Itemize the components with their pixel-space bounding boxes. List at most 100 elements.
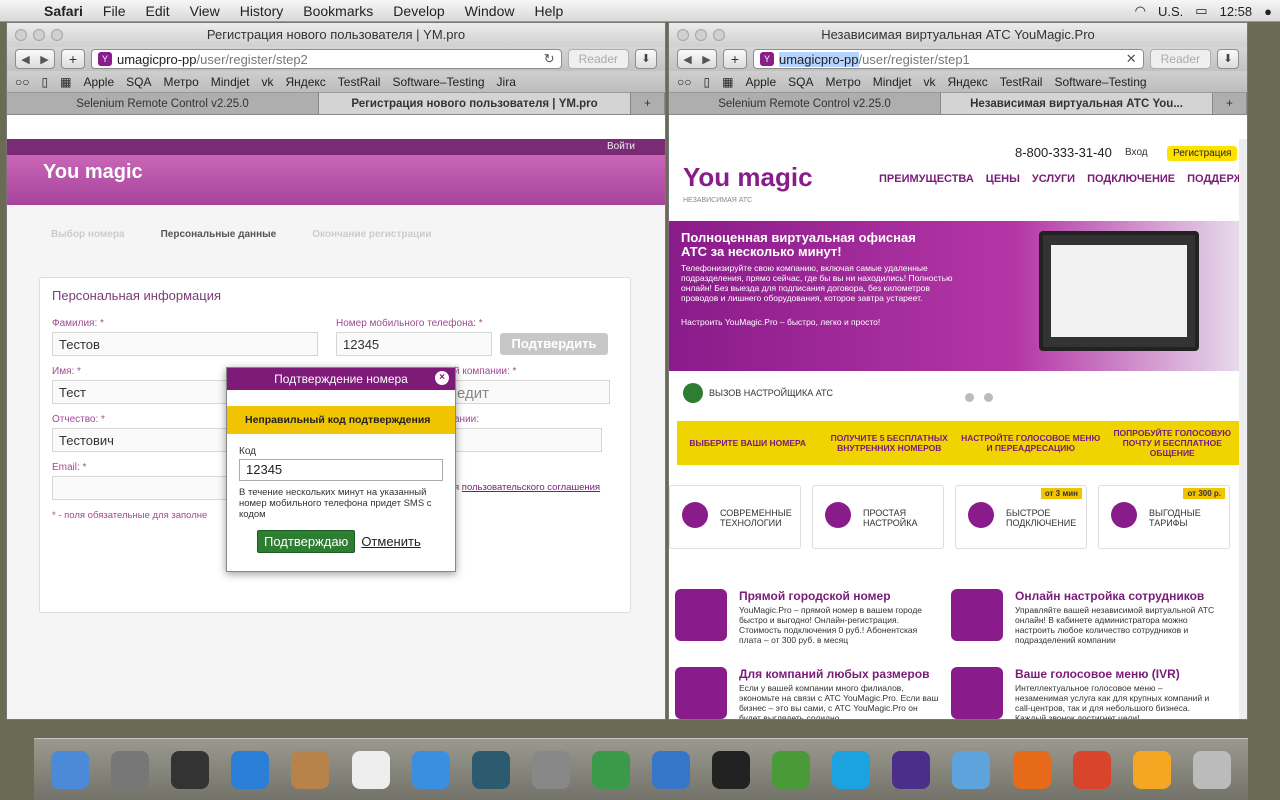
menu-view[interactable]: View	[180, 3, 230, 19]
launchpad-icon[interactable]	[111, 750, 150, 789]
tab-youmagic[interactable]: Независимая виртуальная АТС You...	[941, 93, 1213, 114]
feature-fast-connect[interactable]: БЫСТРОЕ ПОДКЛЮЧЕНИЕ от 3 мин	[955, 485, 1087, 549]
phone-field[interactable]: 12345	[336, 332, 492, 356]
bookmark-item[interactable]: Jira	[497, 75, 516, 89]
bookmark-item[interactable]: Apple	[83, 75, 114, 89]
menu-help[interactable]: Help	[524, 3, 573, 19]
nav-services[interactable]: УСЛУГИ	[1032, 173, 1075, 185]
close-window-button[interactable]	[677, 29, 689, 41]
xcode-icon[interactable]	[651, 750, 690, 789]
nav-connection[interactable]: ПОДКЛЮЧЕНИЕ	[1087, 173, 1175, 185]
register-button[interactable]: Регистрация	[1167, 146, 1238, 161]
language-indicator[interactable]: U.S.	[1158, 4, 1183, 19]
clock[interactable]: 12:58	[1220, 4, 1253, 19]
menu-file[interactable]: File	[93, 3, 136, 19]
minimize-button[interactable]	[33, 29, 45, 41]
contacts-icon[interactable]	[291, 750, 330, 789]
reader-button[interactable]: Reader	[567, 49, 629, 69]
nav-prices[interactable]: ЦЕНЫ	[986, 173, 1020, 185]
reload-icon[interactable]: ↻	[544, 51, 555, 67]
safari-icon[interactable]	[952, 750, 991, 789]
company-name-field[interactable]	[450, 428, 602, 452]
bookmark-item[interactable]: TestRail	[1000, 75, 1043, 89]
zoom-button[interactable]	[51, 29, 63, 41]
agreement-link[interactable]: пользовательского соглашения	[462, 482, 600, 493]
address-bar[interactable]: Yumagicpro-pp/user/register/step2 ↻	[91, 49, 562, 69]
tab-selenium[interactable]: Selenium Remote Control v2.25.0	[7, 93, 319, 114]
terminal-icon[interactable]	[712, 750, 751, 789]
eclipse-icon[interactable]	[892, 750, 931, 789]
bookmark-item[interactable]: Метро	[826, 75, 861, 89]
menu-window[interactable]: Window	[455, 3, 525, 19]
address-bar[interactable]: Yumagicpro-pp/user/register/step1 ✕	[753, 49, 1144, 69]
bookmark-item[interactable]: TestRail	[338, 75, 381, 89]
bookmark-item[interactable]: SQA	[126, 75, 151, 89]
calendar-icon[interactable]	[351, 750, 390, 789]
bookmarks-icon[interactable]: ▯	[42, 75, 49, 89]
finder-icon[interactable]	[51, 750, 90, 789]
feature-simple-setup[interactable]: ПРОСТАЯ НАСТРОЙКА	[812, 485, 944, 549]
wifi-icon[interactable]: ◠	[1135, 3, 1146, 19]
login-link[interactable]: Войти	[7, 139, 665, 155]
downloads-icon[interactable]: ⬇	[1217, 49, 1239, 69]
service-title[interactable]: Ваше голосовое меню (IVR)	[1015, 667, 1180, 681]
app-store-icon[interactable]	[231, 750, 270, 789]
firefox-icon[interactable]	[1012, 750, 1051, 789]
call-technician[interactable]: ВЫЗОВ НАСТРОЙЩИКА АТС	[683, 383, 833, 403]
service-title[interactable]: Онлайн настройка сотрудников	[1015, 589, 1204, 603]
login-link[interactable]: Вход	[1125, 147, 1148, 158]
add-tab-button[interactable]: +	[1213, 93, 1247, 114]
back-forward-buttons[interactable]: ◀ ▶	[677, 49, 717, 69]
bookmark-item[interactable]: Метро	[164, 75, 199, 89]
confirm-phone-button[interactable]: Подтвердить	[500, 333, 608, 355]
skype-icon[interactable]	[832, 750, 871, 789]
youmagic-logo[interactable]: You magic	[43, 161, 143, 184]
bookmark-item[interactable]: Software–Testing	[1054, 75, 1146, 89]
menu-bookmarks[interactable]: Bookmarks	[293, 3, 383, 19]
forward-icon[interactable]: ▶	[702, 53, 710, 66]
menu-edit[interactable]: Edit	[135, 3, 179, 19]
reader-button[interactable]: Reader	[1149, 49, 1211, 69]
back-forward-buttons[interactable]: ◀ ▶	[15, 49, 55, 69]
confirm-code-button[interactable]: Подтверждаю	[257, 530, 356, 553]
bookmark-item[interactable]: Software–Testing	[392, 75, 484, 89]
new-tab-button[interactable]: +	[723, 49, 747, 69]
last-name-field[interactable]: Тестов	[52, 332, 318, 356]
service-title[interactable]: Прямой городской номер	[739, 589, 891, 603]
dialog-close-icon[interactable]: ×	[435, 371, 449, 385]
clear-icon[interactable]: ✕	[1126, 51, 1137, 67]
scrollbar[interactable]	[1239, 139, 1247, 719]
bookmark-item[interactable]: Mindjet	[211, 75, 250, 89]
reading-list-icon[interactable]: ○○	[15, 75, 30, 89]
bookmarks-icon[interactable]: ▯	[704, 75, 711, 89]
bookmark-item[interactable]: Яндекс	[947, 75, 987, 89]
trash-icon[interactable]	[1192, 750, 1231, 789]
itunes-icon[interactable]	[411, 750, 450, 789]
feature-tariffs[interactable]: ВЫГОДНЫЕ ТАРИФЫ от 300 р.	[1098, 485, 1230, 549]
bookmark-item[interactable]: SQA	[788, 75, 813, 89]
top-sites-icon[interactable]: ▦	[722, 75, 733, 89]
close-window-button[interactable]	[15, 29, 27, 41]
back-icon[interactable]: ◀	[21, 53, 29, 66]
menu-app[interactable]: Safari	[34, 3, 93, 19]
bookmark-item[interactable]: Яндекс	[285, 75, 325, 89]
time-machine-icon[interactable]	[471, 750, 510, 789]
add-tab-button[interactable]: +	[631, 93, 665, 114]
bookmark-item[interactable]: Apple	[745, 75, 776, 89]
download-icon[interactable]	[591, 750, 630, 789]
dashboard-icon[interactable]	[171, 750, 210, 789]
feature-modern-tech[interactable]: СОВРЕМЕННЫЕ ТЕХНОЛОГИИ	[669, 485, 801, 549]
tab-register[interactable]: Регистрация нового пользователя | YM.pro	[319, 93, 631, 114]
forward-icon[interactable]: ▶	[40, 53, 48, 66]
reading-list-icon[interactable]: ○○	[677, 75, 692, 89]
new-tab-button[interactable]: +	[61, 49, 85, 69]
evernote-icon[interactable]	[772, 750, 811, 789]
company-select[interactable]: едит	[450, 380, 610, 404]
bookmark-item[interactable]: vk	[923, 75, 935, 89]
battery-icon[interactable]: ▭	[1195, 3, 1207, 19]
downloads-icon[interactable]: ⬇	[635, 49, 657, 69]
service-title[interactable]: Для компаний любых размеров	[739, 667, 929, 681]
youmagic-logo[interactable]: You magic НЕЗАВИСИМАЯ АТС	[683, 164, 813, 213]
bookmark-item[interactable]: vk	[261, 75, 273, 89]
bookmark-item[interactable]: Mindjet	[873, 75, 912, 89]
